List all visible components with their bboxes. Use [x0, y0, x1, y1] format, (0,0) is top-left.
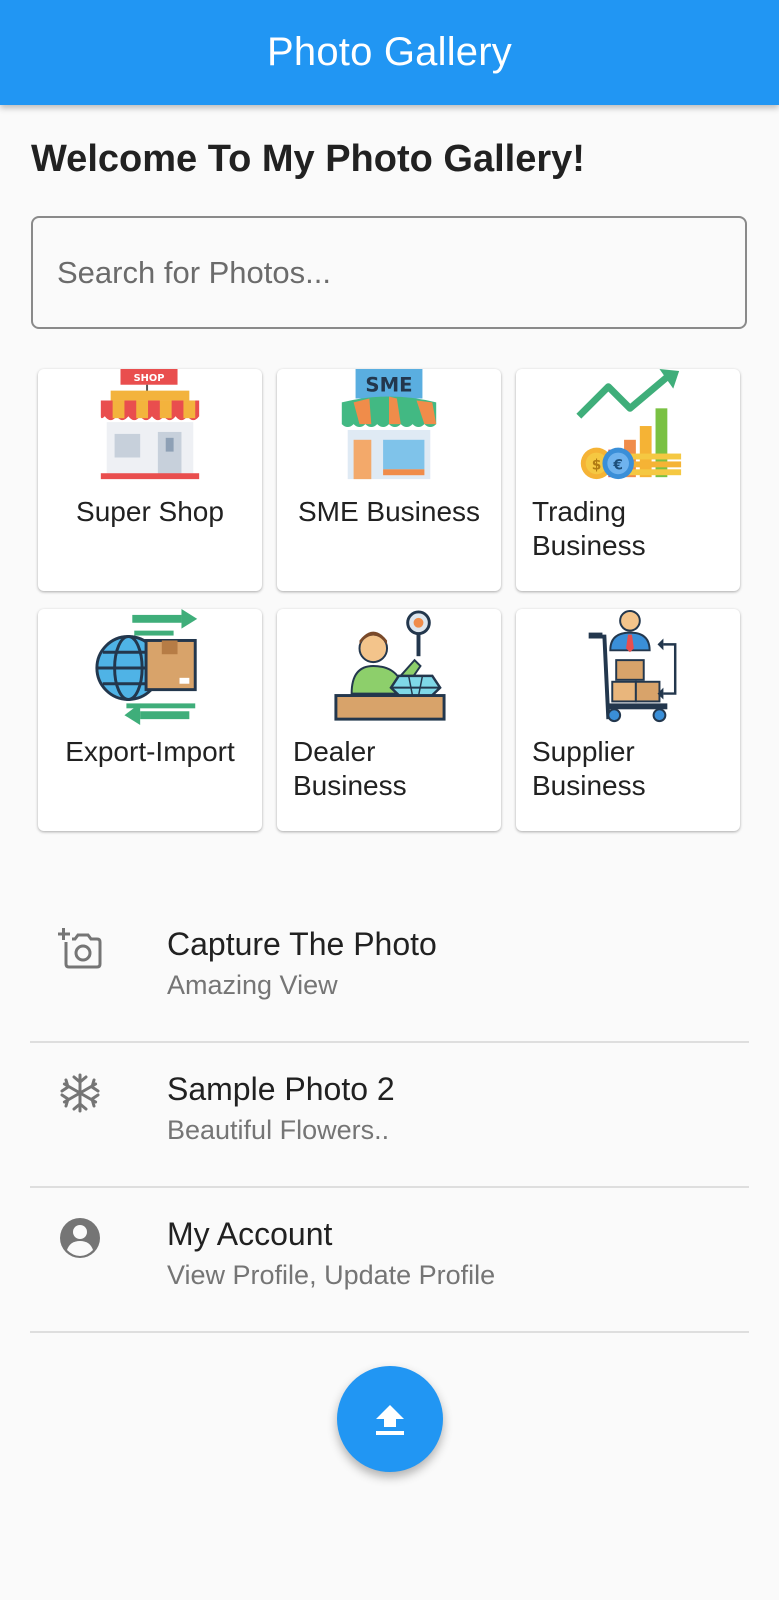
shop-icon: SHOP — [100, 369, 200, 480]
svg-text:SME: SME — [365, 374, 412, 397]
category-card-export-import[interactable]: Export-Import — [38, 609, 262, 831]
category-label: Supplier Business — [532, 736, 646, 801]
app-bar: Photo Gallery — [0, 0, 779, 105]
add-a-photo-icon — [58, 928, 102, 969]
category-card-trading-business[interactable]: $ € Trading Business — [516, 369, 740, 591]
list-item-capture-photo[interactable]: Capture The Photo Amazing View — [30, 898, 749, 1043]
category-label: Super Shop — [76, 496, 224, 527]
list-item-title: My Account — [167, 1216, 333, 1252]
category-label: Dealer Business — [293, 736, 407, 801]
category-card-dealer-business[interactable]: Dealer Business — [277, 609, 501, 831]
svg-text:$: $ — [592, 457, 602, 473]
account-circle-icon — [60, 1218, 100, 1258]
list-item-subtitle: Beautiful Flowers.. — [167, 1115, 390, 1145]
list-item-my-account[interactable]: My Account View Profile, Update Profile — [30, 1188, 749, 1333]
list-item-subtitle: Amazing View — [167, 970, 338, 1000]
upload-icon — [376, 1405, 404, 1435]
category-card-sme-business[interactable]: SME SME Business — [277, 369, 501, 591]
list-item-title: Sample Photo 2 — [167, 1071, 395, 1107]
svg-text:€: € — [612, 457, 623, 473]
globe-shipping-icon — [95, 609, 198, 726]
search-input[interactable] — [55, 253, 745, 292]
search-field[interactable] — [31, 216, 747, 329]
upload-fab-button[interactable] — [337, 1366, 443, 1472]
trading-growth-icon: $ € — [576, 369, 682, 480]
category-card-super-shop[interactable]: SHOP Super Shop — [38, 369, 262, 591]
diamond-dealer-icon — [334, 610, 446, 721]
category-card-supplier-business[interactable]: Supplier Business — [516, 609, 740, 831]
category-label: SME Business — [297, 496, 481, 527]
category-label: Export-Import — [65, 736, 235, 767]
list-item-subtitle: View Profile, Update Profile — [167, 1260, 496, 1290]
svg-text:SHOP: SHOP — [134, 373, 165, 384]
welcome-heading: Welcome To My Photo Gallery! — [31, 138, 585, 180]
snowflake-icon — [60, 1073, 100, 1113]
list-item-title: Capture The Photo — [167, 926, 437, 962]
app-bar-title: Photo Gallery — [267, 30, 512, 74]
sme-store-icon: SME — [341, 369, 437, 480]
list-item-sample-photo[interactable]: Sample Photo 2 Beautiful Flowers.. — [30, 1043, 749, 1188]
supplier-cart-icon — [588, 609, 677, 723]
category-label: Trading Business — [532, 496, 646, 561]
